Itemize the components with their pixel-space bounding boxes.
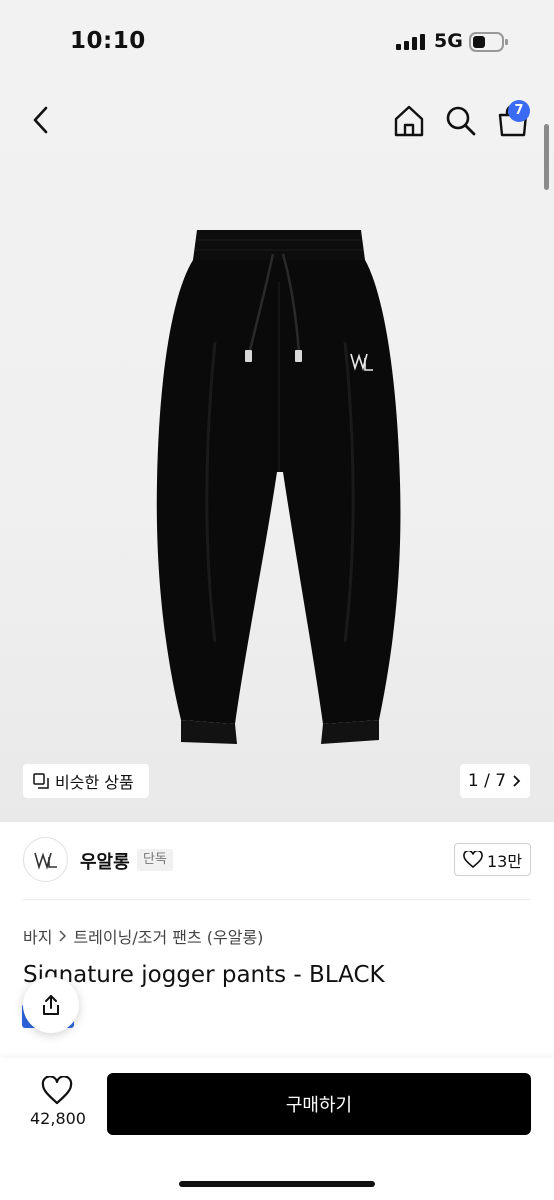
scrollbar[interactable] <box>544 124 549 190</box>
heart-icon <box>463 850 483 868</box>
product-image-gallery[interactable]: 10:10 5G 7 비슷한 상품 1 / 7 <box>0 0 554 822</box>
buy-button[interactable]: 구매하기 <box>107 1073 531 1135</box>
brand-logo-mark <box>33 851 57 870</box>
chevron-right-icon <box>513 775 521 787</box>
signal-icon <box>396 34 425 50</box>
similar-products-button[interactable]: 비슷한 상품 <box>23 764 149 798</box>
image-page-counter[interactable]: 1 / 7 <box>460 764 530 798</box>
product-title: Signature jogger pants - BLACK <box>23 962 385 988</box>
similar-items-icon <box>33 773 49 789</box>
share-icon <box>43 995 59 1015</box>
heart-icon[interactable] <box>41 1076 73 1106</box>
page-indicator: 1 / 7 <box>467 771 507 791</box>
divider <box>23 899 531 900</box>
cart-count-badge: 7 <box>508 100 530 122</box>
similar-products-label: 비슷한 상품 <box>55 773 134 792</box>
network-label: 5G <box>434 30 463 52</box>
status-time: 10:10 <box>70 28 146 54</box>
product-like-count: 42,800 <box>30 1109 86 1128</box>
breadcrumb-subcategory[interactable]: 트레이닝/조거 팬츠 (우알롱) <box>73 924 263 948</box>
brand-like-button[interactable]: 13만 <box>454 843 531 876</box>
status-bar: 10:10 5G <box>0 0 554 84</box>
chevron-right-icon <box>59 930 67 942</box>
brand-logo[interactable] <box>23 837 68 882</box>
brand-name[interactable]: 우알롱 <box>80 848 130 874</box>
exclusive-badge: 단독 <box>137 849 173 871</box>
breadcrumb: 바지 트레이닝/조거 팬츠 (우알롱) <box>23 924 263 948</box>
search-icon[interactable] <box>442 102 480 140</box>
home-indicator <box>179 1181 375 1187</box>
brand-like-count: 13만 <box>486 851 523 871</box>
back-icon[interactable] <box>24 100 58 140</box>
breadcrumb-category[interactable]: 바지 <box>23 924 52 948</box>
home-icon[interactable] <box>390 102 428 140</box>
battery-icon <box>469 32 508 52</box>
product-photo <box>156 230 401 744</box>
share-button[interactable] <box>23 977 79 1033</box>
